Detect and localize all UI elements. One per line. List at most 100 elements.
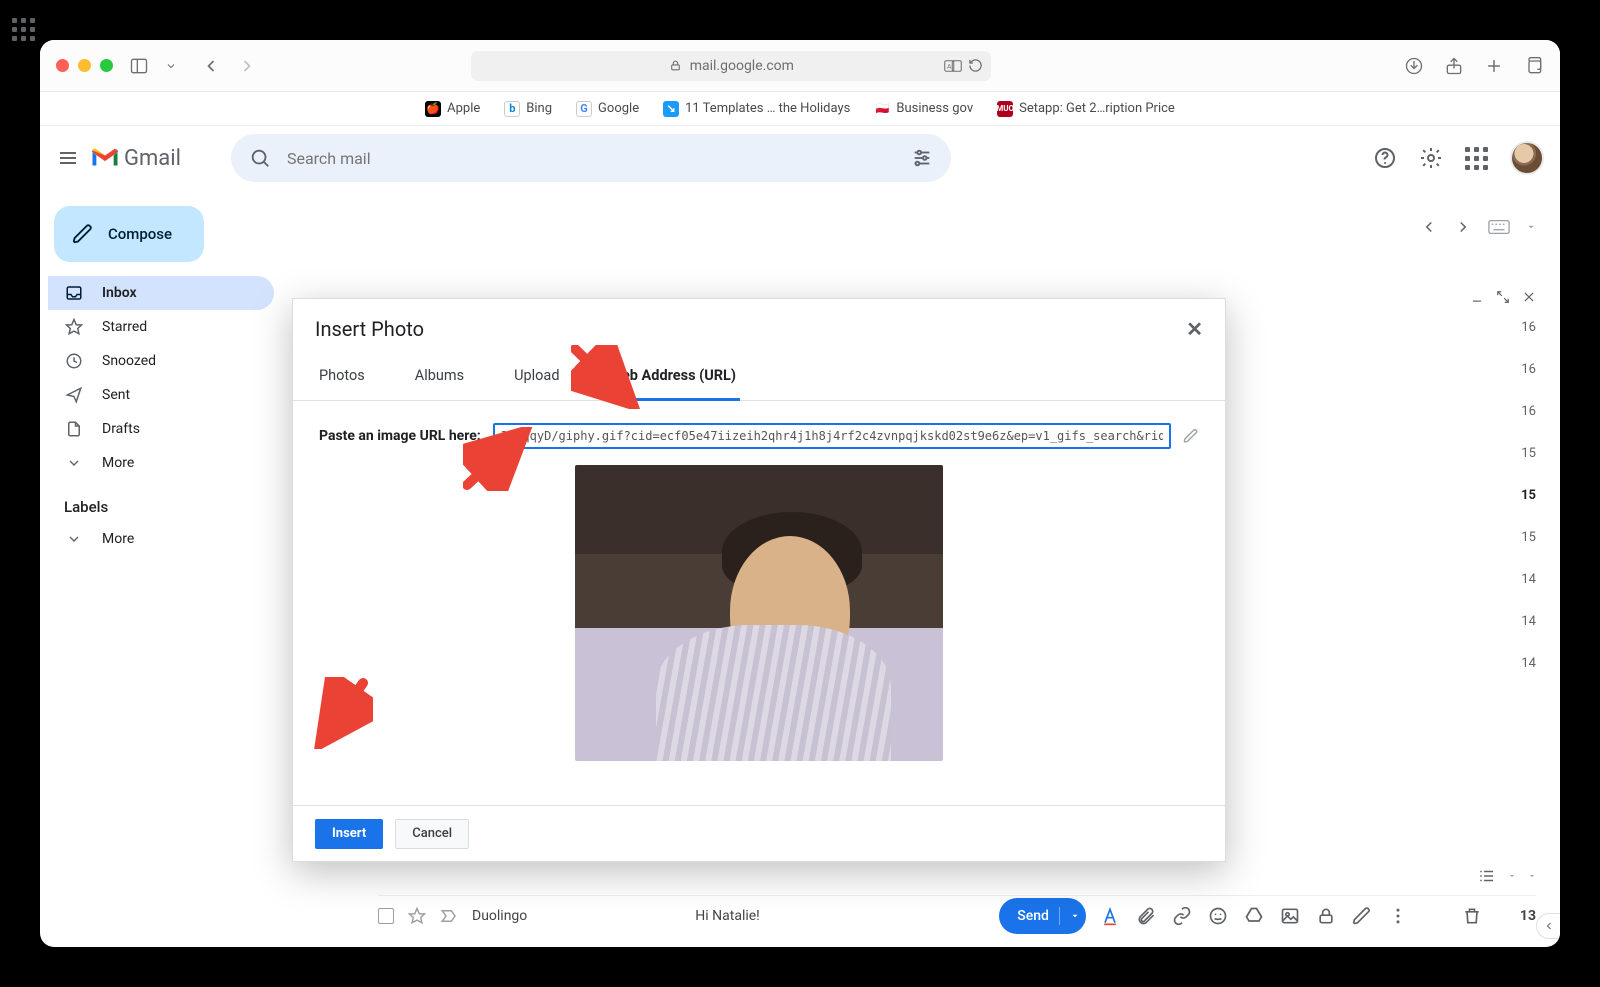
bookmark-label: 11 Templates … the Holidays: [685, 101, 850, 116]
file-icon: [64, 420, 84, 438]
modal-tabs: PhotosAlbumsUploadWeb Address (URL): [293, 347, 1225, 401]
caret-down-icon[interactable]: [1070, 911, 1080, 921]
date-cell: 15: [1502, 446, 1536, 468]
sidebar-item-starred[interactable]: Starred: [48, 310, 274, 344]
tab-photos[interactable]: Photos: [315, 353, 369, 400]
reload-icon[interactable]: [968, 58, 983, 73]
insert-button[interactable]: Insert: [315, 819, 383, 849]
clock-icon: [64, 352, 84, 370]
search-input[interactable]: [285, 148, 897, 169]
sidebar-item-inbox[interactable]: Inbox: [48, 276, 274, 310]
sidebar-item-labels-more[interactable]: More: [48, 522, 274, 556]
bookmark-label: Setapp: Get 2…ription Price: [1019, 101, 1175, 116]
apps-icon[interactable]: [1465, 147, 1488, 170]
bookmark-business[interactable]: 🇵🇱Business gov: [874, 101, 973, 117]
keyboard-icon[interactable]: [1488, 219, 1510, 235]
downloads-icon[interactable]: [1404, 56, 1424, 76]
labels-header: Labels: [48, 480, 288, 522]
email-sender: Duolingo: [472, 908, 527, 924]
url-input[interactable]: [493, 423, 1171, 449]
caret-down-icon[interactable]: [1508, 872, 1516, 880]
star-icon: [64, 318, 84, 336]
image-icon[interactable]: [1280, 906, 1300, 926]
fullscreen-window-button[interactable]: [100, 59, 113, 72]
url-host: mail.google.com: [690, 58, 794, 74]
close-icon[interactable]: [1522, 290, 1536, 304]
sidebar-item-label: Inbox: [102, 285, 137, 301]
list-icon[interactable]: [1478, 867, 1496, 885]
tabs-icon[interactable]: [1524, 56, 1544, 76]
help-icon[interactable]: [1373, 146, 1397, 170]
lock-icon: [669, 59, 682, 72]
annotation-arrow: [463, 427, 533, 491]
confidential-icon[interactable]: [1316, 906, 1336, 926]
expand-icon[interactable]: [1496, 290, 1510, 304]
emoji-icon[interactable]: [1208, 906, 1228, 926]
sidebar-item-more[interactable]: More: [48, 446, 274, 480]
date-cell: 14: [1502, 572, 1536, 594]
sidebar-item-sent[interactable]: Sent: [48, 378, 274, 412]
compose-button[interactable]: Compose: [54, 206, 204, 262]
date-cell: 15: [1502, 530, 1536, 552]
email-date: 13: [1520, 908, 1536, 924]
attach-icon[interactable]: [1136, 906, 1156, 926]
email-row[interactable]: Duolingo Hi Natalie! Send: [378, 895, 1536, 935]
sidebar-item-snoozed[interactable]: Snoozed: [48, 344, 274, 378]
side-panel-toggle[interactable]: [1536, 913, 1560, 939]
gmail-logo[interactable]: Gmail: [90, 143, 181, 173]
bookmark-templates[interactable]: ↘11 Templates … the Holidays: [663, 101, 850, 117]
caret-down-icon[interactable]: [1526, 222, 1536, 232]
trash-icon[interactable]: [1462, 906, 1482, 926]
send-button[interactable]: Send: [999, 898, 1086, 934]
chevron-down-icon: [66, 531, 82, 547]
tab-upload[interactable]: Upload: [510, 353, 563, 400]
text-format-icon[interactable]: [1100, 906, 1120, 926]
bookmark-setapp[interactable]: MUOSetapp: Get 2…ription Price: [997, 101, 1175, 117]
sidebar: Compose Inbox StarredSnoozedSent Drafts Mor…: [40, 190, 288, 947]
checkbox[interactable]: [378, 908, 394, 924]
ink-icon[interactable]: [1352, 906, 1372, 926]
edit-url-icon[interactable]: [1183, 428, 1199, 444]
search-bar[interactable]: [231, 134, 951, 182]
format-toolbar-peek: [1478, 867, 1536, 885]
cancel-button[interactable]: Cancel: [395, 819, 469, 849]
avatar[interactable]: [1510, 141, 1544, 175]
caret-down-icon[interactable]: [1528, 872, 1536, 880]
menu-icon[interactable]: [56, 146, 80, 170]
sidebar-item-drafts[interactable]: Drafts: [48, 412, 274, 446]
bookmark-apple[interactable]: 🍎Apple: [425, 101, 480, 117]
tab-albums[interactable]: Albums: [411, 353, 468, 400]
email-subject: Hi Natalie!: [695, 908, 760, 924]
chevron-left-icon: [1543, 920, 1555, 932]
close-window-button[interactable]: [56, 59, 69, 72]
forward-button[interactable]: [237, 56, 257, 76]
chevron-down-icon[interactable]: [165, 60, 177, 72]
gear-icon[interactable]: [1419, 146, 1443, 170]
url-bar[interactable]: mail.google.com A: [471, 51, 991, 81]
tune-icon[interactable]: [911, 147, 933, 169]
sidebar-item-label: More: [102, 455, 134, 471]
star-icon[interactable]: [408, 907, 426, 925]
share-icon[interactable]: [1444, 56, 1464, 76]
more-icon[interactable]: [1388, 906, 1408, 926]
insert-label: Insert: [332, 826, 366, 841]
date-cell: 16: [1502, 404, 1536, 426]
minimize-window-button[interactable]: [78, 59, 91, 72]
gmail-icon: [90, 143, 120, 173]
chevron-left-icon[interactable]: [1420, 218, 1438, 236]
drive-icon[interactable]: [1244, 906, 1264, 926]
bookmark-google[interactable]: GGoogle: [576, 101, 639, 117]
sidebar-toggle-icon[interactable]: [129, 56, 149, 76]
bookmark-bing[interactable]: bBing: [504, 101, 552, 117]
search-icon: [249, 147, 271, 169]
translate-icon[interactable]: A: [944, 59, 962, 73]
sidebar-item-label: Drafts: [102, 421, 140, 437]
new-tab-icon[interactable]: [1484, 56, 1504, 76]
link-icon[interactable]: [1172, 906, 1192, 926]
minimize-icon[interactable]: [1470, 290, 1484, 304]
back-button[interactable]: [201, 56, 221, 76]
gmail-app: Gmail Compose: [40, 126, 1560, 947]
important-icon[interactable]: [440, 907, 458, 925]
close-icon[interactable]: ✕: [1186, 317, 1203, 341]
chevron-right-icon[interactable]: [1454, 218, 1472, 236]
